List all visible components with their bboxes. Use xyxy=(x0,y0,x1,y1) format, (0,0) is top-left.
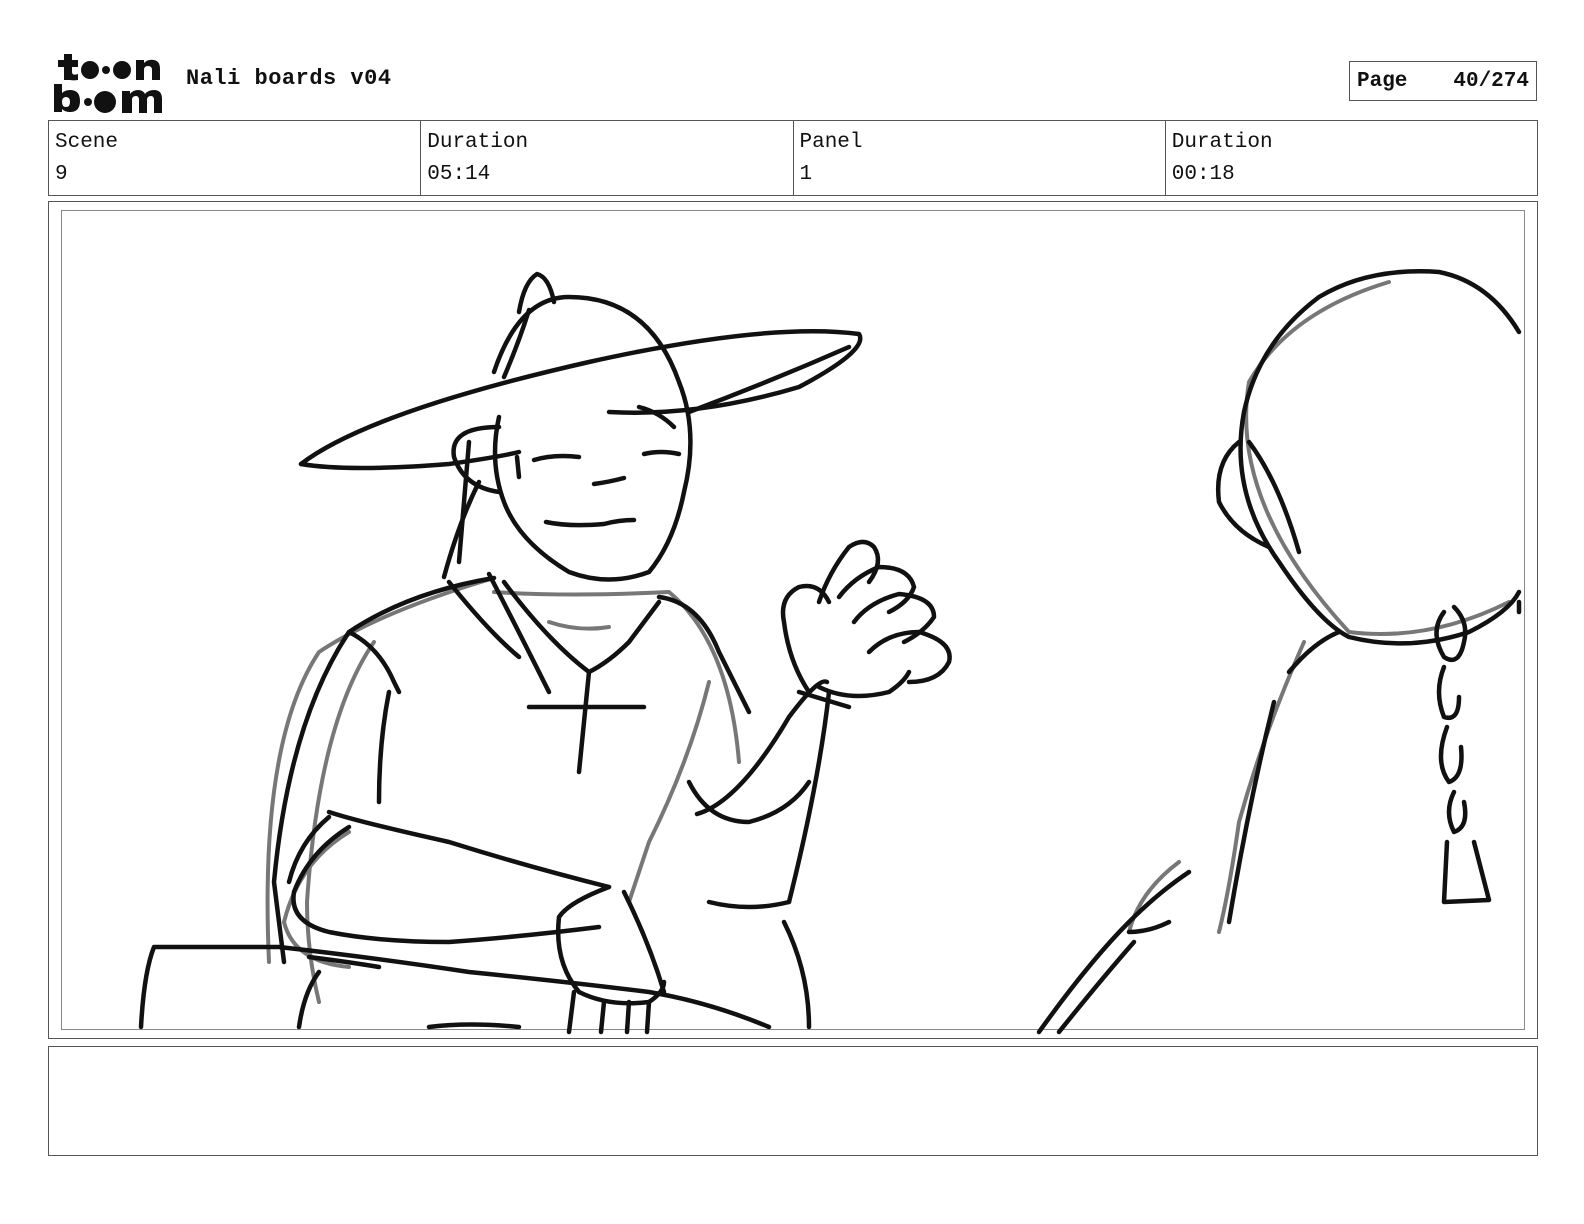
panel-info-row: Scene 9 Duration 05:14 Panel 1 Duration … xyxy=(48,120,1538,196)
scene-label: Scene xyxy=(55,131,119,154)
panel-cell: Panel 1 xyxy=(794,121,1166,195)
page-indicator: Page 40/274 xyxy=(1349,61,1537,101)
scene-duration-cell: Duration 05:14 xyxy=(421,121,794,195)
document-title: Nali boards v04 xyxy=(186,66,392,91)
storyboard-panel xyxy=(48,201,1538,1039)
scene-duration-value: 05:14 xyxy=(427,163,491,186)
scene-cell: Scene 9 xyxy=(49,121,422,195)
page-label: Page xyxy=(1357,69,1408,93)
page-number: 40/274 xyxy=(1453,69,1529,93)
storyboard-sketch xyxy=(138,269,1522,1035)
panel-notes-box xyxy=(48,1046,1538,1156)
panel-duration-value: 00:18 xyxy=(1171,163,1235,186)
panel-duration-cell: Duration 00:18 xyxy=(1166,121,1537,195)
scene-duration-label: Duration xyxy=(427,131,529,154)
panel-duration-label: Duration xyxy=(1171,131,1273,154)
panel-value: 1 xyxy=(799,163,813,186)
scene-value: 9 xyxy=(55,163,68,186)
toon-boom-logo xyxy=(54,54,162,113)
panel-label: Panel xyxy=(799,131,863,154)
